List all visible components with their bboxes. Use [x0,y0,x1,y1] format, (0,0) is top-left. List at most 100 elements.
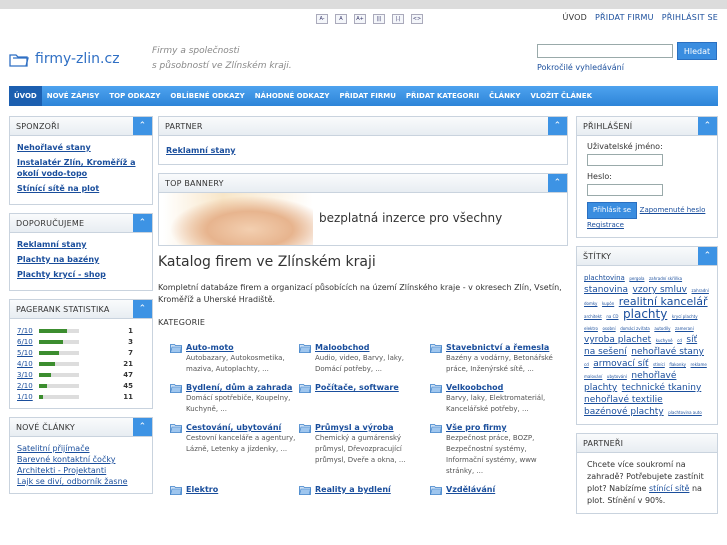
register-link[interactable]: Registrace [587,221,624,229]
tag-link[interactable]: reklame [691,362,707,367]
site-logo[interactable]: firmy-zlin.cz [9,51,120,67]
search-input[interactable] [537,44,673,58]
nav-item[interactable]: ČLÁNKY [484,86,525,106]
nav-item[interactable]: NÁHODNÉ ODKAZY [250,86,335,106]
collapse-icon[interactable]: ⌃ [133,418,152,436]
tag-link[interactable]: nehořlavé textilie [584,395,663,405]
pagerank-bar-fill [39,383,47,388]
tag-link[interactable]: stanovina [584,285,628,295]
partneri-link[interactable]: stínící sítě [649,484,689,493]
category-link[interactable]: Auto-moto [186,343,299,352]
tag-link[interactable]: kupón [602,301,614,306]
text-size-button[interactable]: <> [411,14,423,24]
text-size-button[interactable]: A [335,14,347,24]
collapse-icon[interactable]: ⌃ [548,117,567,135]
pagerank-label[interactable]: 6/10 [17,338,39,346]
forgot-password-link[interactable]: Zapomenuté heslo [640,206,706,214]
pagerank-label[interactable]: 2/10 [17,382,39,390]
username-field[interactable] [587,154,663,166]
collapse-icon[interactable]: ⌃ [133,214,152,232]
collapse-icon[interactable]: ⌃ [133,117,152,135]
partner-link[interactable]: Reklamní stany [166,145,560,156]
tag-link[interactable]: malování [584,374,602,379]
tag-link[interactable]: zahradní skříňka [649,276,682,281]
tag-link[interactable]: architekt [584,314,602,319]
tag-link[interactable]: bazénové plachty [584,407,664,417]
sidebar-link[interactable]: Satelitní přijímače [17,443,145,454]
text-size-button[interactable]: A- [316,14,328,24]
text-size-button[interactable]: A+ [354,14,366,24]
sidebar-link[interactable]: Instalatér Zlín, Kroměříž a okolí vodo-t… [17,157,145,179]
nav-item[interactable]: NOVÉ ZÁPISY [42,86,105,106]
tag-link[interactable]: elektro [584,326,598,331]
category-link[interactable]: Bydlení, dům a zahrada [186,383,299,392]
login-button[interactable]: Přihlásit se [587,202,638,219]
top-banner[interactable]: bezplatná inzerce pro všechny [159,193,567,245]
text-size-button[interactable]: |.| [392,14,404,24]
tag-link[interactable]: flakonky [669,362,686,367]
tag-link[interactable]: pergola [629,276,644,281]
tag-link[interactable]: technické tkaniny [622,383,702,393]
password-field[interactable] [587,184,663,196]
sidebar-link[interactable]: Plachty na bazény [17,254,145,265]
nav-item[interactable]: VLOŽIT ČLÁNEK [525,86,597,106]
top-link-pridat-firmu[interactable]: PŘIDAT FIRMU [595,13,654,22]
sidebar-link[interactable]: Nehořlavé stany [17,142,145,153]
collapse-icon[interactable]: ⌃ [698,117,717,135]
text-size-button[interactable]: ||| [373,14,385,24]
category-link[interactable]: Vzdělávání [446,485,560,494]
box-sponzori-head: SPONZOŘI ⌃ [10,117,152,136]
nav-item[interactable]: PŘIDAT KATEGORII [401,86,484,106]
box-top-bannery: TOP BANNERY ⌃ bezplatná inzerce pro všec… [158,173,568,246]
tag-link[interactable]: krycí plachty [672,314,698,319]
tag-link[interactable]: armovací síť [593,359,648,369]
tag-link[interactable]: kuchyně [656,338,673,343]
tag-link[interactable]: vzory smluv [633,285,687,295]
sidebar-link[interactable]: Stínící sítě na plot [17,183,145,194]
nav-item[interactable]: ÚVOD [9,86,42,106]
tag-link[interactable]: zameraní [675,326,694,331]
tag-link[interactable]: osobní [602,326,615,331]
tag-link[interactable]: plachtovina auto [668,410,702,415]
advanced-search-link[interactable]: Pokročilé vyhledávání [537,63,673,72]
tag-link[interactable]: ubytování [607,374,627,379]
collapse-icon[interactable]: ⌃ [133,300,152,318]
nav-item[interactable]: OBLÍBENÉ ODKAZY [165,86,249,106]
collapse-icon[interactable]: ⌃ [698,247,717,265]
tag-link[interactable]: stínící [653,362,665,367]
tag-link[interactable]: cd [584,362,589,367]
tag-link[interactable]: nehořlavé stany [631,347,704,357]
tag-link[interactable]: plachtovina [584,274,625,282]
category-link[interactable]: Počítače, software [315,383,430,392]
category-link[interactable]: Cestování, ubytování [186,423,299,432]
sidebar-link[interactable]: Architekti - Projektanti [17,465,145,476]
tag-link[interactable]: vyroba plachet [584,335,651,345]
category-link[interactable]: Vše pro firmy [446,423,560,432]
category-link[interactable]: Maloobchod [315,343,430,352]
tag-link[interactable]: domácí zvířata [620,326,650,331]
category-link[interactable]: Elektro [186,485,299,494]
category-link[interactable]: Průmysl a výroba [315,423,430,432]
sidebar-link[interactable]: Plachty krycí - shop [17,269,145,280]
top-link-uvod[interactable]: ÚVOD [563,13,587,22]
sidebar-link[interactable]: Lajk se diví, odborník žasne [17,476,145,487]
top-link-prihlasit[interactable]: PŘIHLÁSIT SE [662,13,718,22]
tag-link[interactable]: autodíly [654,326,670,331]
tag-link[interactable]: cd [677,338,682,343]
collapse-icon[interactable]: ⌃ [548,174,567,192]
sidebar-link[interactable]: Reklamní stany [17,239,145,250]
sidebar-link[interactable]: Barevné kontaktní čočky [17,454,145,465]
pagerank-label[interactable]: 4/10 [17,360,39,368]
category-link[interactable]: Stavebnictví a řemesla [446,343,560,352]
pagerank-label[interactable]: 1/10 [17,393,39,401]
pagerank-label[interactable]: 3/10 [17,371,39,379]
pagerank-label[interactable]: 5/10 [17,349,39,357]
search-button[interactable]: Hledat [677,42,717,60]
tag-link[interactable]: plachty [623,307,667,321]
pagerank-label[interactable]: 7/10 [17,327,39,335]
category-link[interactable]: Reality a bydlení [315,485,430,494]
nav-item[interactable]: TOP ODKAZY [104,86,165,106]
category-link[interactable]: Velkoobchod [446,383,560,392]
tag-link[interactable]: na CD [606,314,618,319]
nav-item[interactable]: PŘIDAT FIRMU [334,86,400,106]
